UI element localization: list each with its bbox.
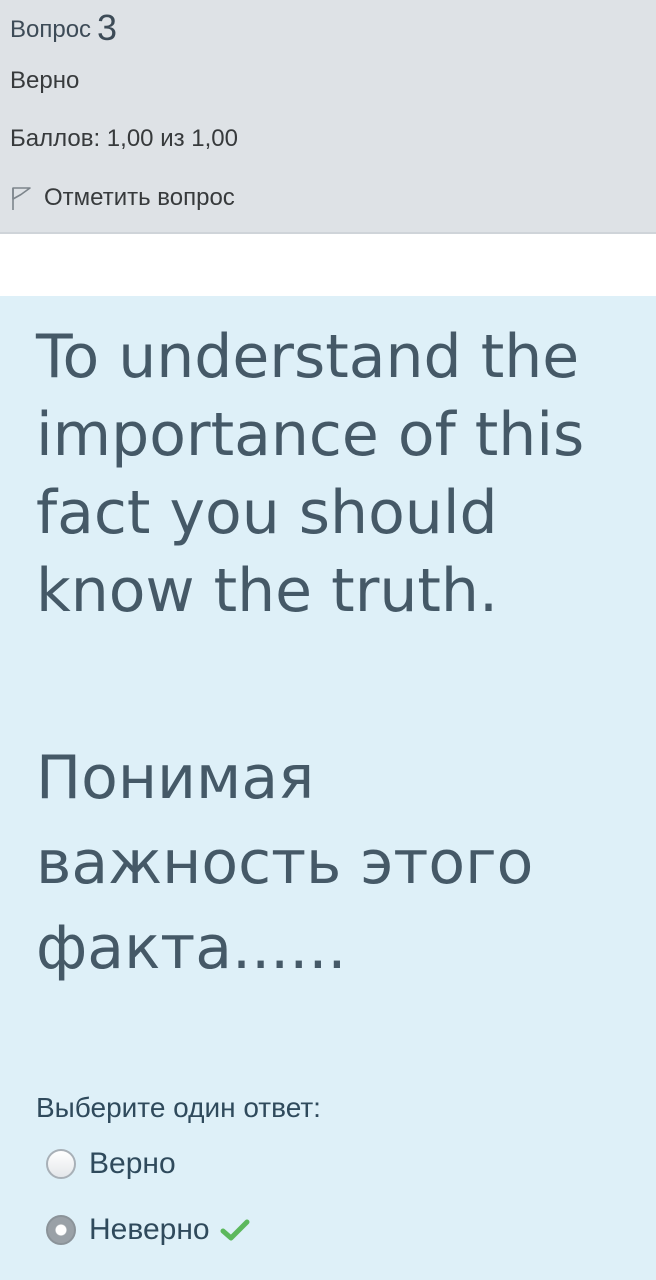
question-grade: Баллов: 1,00 из 1,00	[10, 125, 238, 152]
question-text-russian: Понимая важность этого факта......	[36, 743, 534, 983]
question-title: Вопрос 3	[10, 4, 118, 48]
question-content: To understand the importance of this fac…	[0, 296, 656, 1280]
question-text-english: To understand the importance of this fac…	[36, 322, 585, 626]
answer-option-label: Верно	[89, 1147, 176, 1180]
radio-button-selected[interactable]	[46, 1215, 76, 1245]
question-number: 3	[97, 7, 118, 48]
radio-button-unselected[interactable]	[46, 1149, 76, 1179]
answer-option-label: Неверно	[89, 1213, 210, 1246]
answer-option-false[interactable]: Неверно	[46, 1213, 250, 1247]
check-icon	[220, 1219, 250, 1241]
flag-question-link[interactable]: Отметить вопрос	[10, 180, 235, 216]
flag-icon	[12, 187, 31, 210]
question-label: Вопрос	[10, 16, 92, 43]
flag-question-label: Отметить вопрос	[44, 184, 235, 211]
answer-option-true[interactable]: Верно	[46, 1147, 176, 1181]
answer-prompt: Выберите один ответ:	[36, 1092, 321, 1123]
question-info-panel: Вопрос 3 Верно Баллов: 1,00 из 1,00 Отмет…	[0, 0, 656, 234]
question-state: Верно	[10, 67, 80, 94]
